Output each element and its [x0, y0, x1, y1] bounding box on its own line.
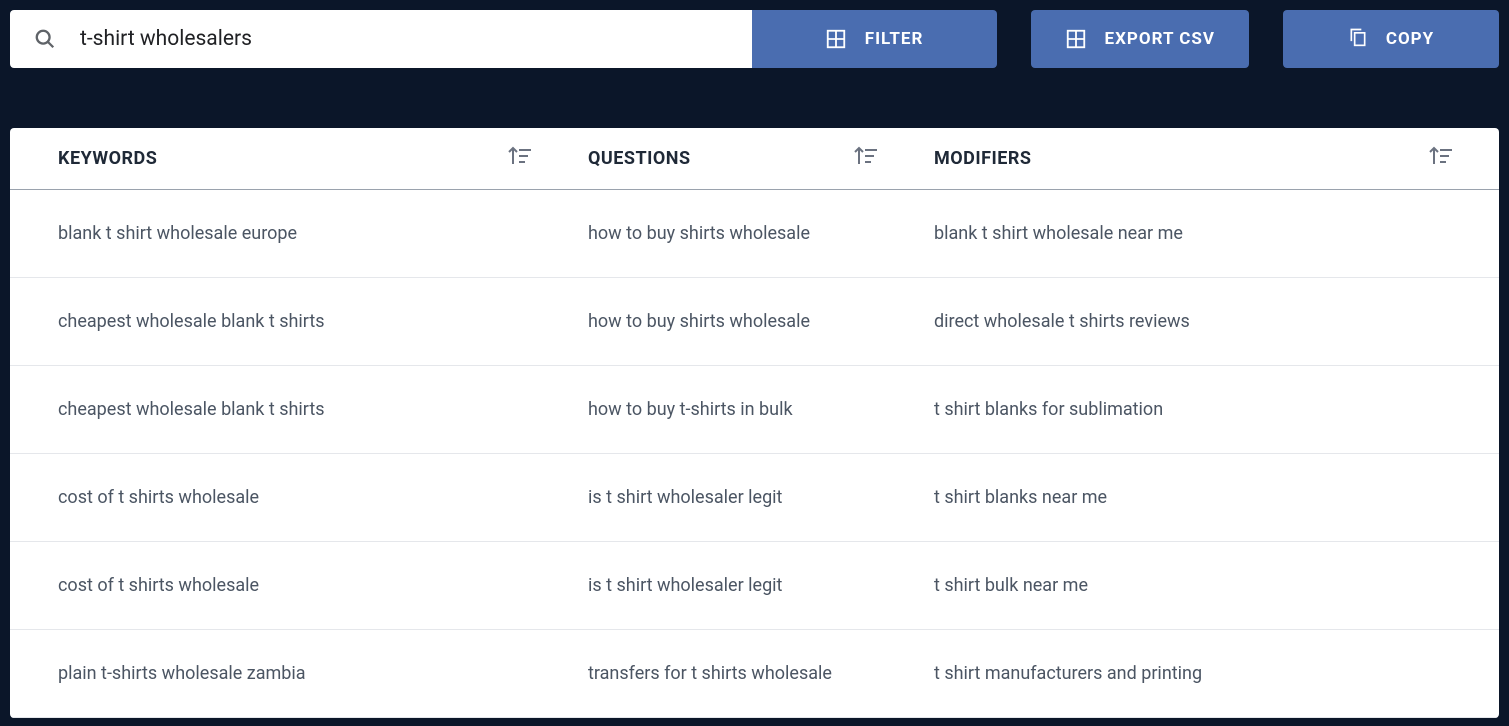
search-filter-group: FILTER: [10, 10, 997, 68]
export-csv-button[interactable]: EXPORT CSV: [1031, 10, 1249, 68]
question-cell[interactable]: how to buy shirts wholesale: [578, 190, 924, 278]
column-label: MODIFIERS: [934, 148, 1032, 169]
column-header-modifiers: MODIFIERS: [924, 128, 1499, 190]
modifier-cell[interactable]: blank t shirt wholesale near me: [924, 190, 1499, 278]
results-grid: KEYWORDS QUESTIONS: [10, 128, 1499, 718]
column-header-questions: QUESTIONS: [578, 128, 924, 190]
question-cell[interactable]: how to buy shirts wholesale: [578, 278, 924, 366]
results-panel: KEYWORDS QUESTIONS: [10, 128, 1499, 718]
modifier-cell[interactable]: direct wholesale t shirts reviews: [924, 278, 1499, 366]
keyword-cell[interactable]: blank t shirt wholesale europe: [10, 190, 578, 278]
keyword-cell[interactable]: cost of t shirts wholesale: [10, 542, 578, 630]
question-cell[interactable]: is t shirt wholesaler legit: [578, 542, 924, 630]
question-cell[interactable]: transfers for t shirts wholesale: [578, 630, 924, 718]
copy-button[interactable]: COPY: [1283, 10, 1499, 68]
keyword-cell[interactable]: cheapest wholesale blank t shirts: [10, 278, 578, 366]
modifier-cell[interactable]: t shirt blanks for sublimation: [924, 366, 1499, 454]
copy-label: COPY: [1386, 29, 1434, 49]
search-box: [10, 10, 752, 68]
keyword-cell[interactable]: cost of t shirts wholesale: [10, 454, 578, 542]
column-label: KEYWORDS: [58, 148, 157, 169]
filter-label: FILTER: [865, 29, 924, 49]
keyword-cell[interactable]: cheapest wholesale blank t shirts: [10, 366, 578, 454]
search-input[interactable]: [80, 27, 728, 51]
modifier-cell[interactable]: t shirt manufacturers and printing: [924, 630, 1499, 718]
column-header-keywords: KEYWORDS: [10, 128, 578, 190]
modifier-cell[interactable]: t shirt bulk near me: [924, 542, 1499, 630]
filter-button[interactable]: FILTER: [752, 10, 997, 68]
grid-icon: [1065, 28, 1087, 50]
sort-icon[interactable]: [508, 146, 532, 171]
search-icon: [34, 28, 56, 50]
sort-icon[interactable]: [854, 146, 878, 171]
grid-icon: [825, 28, 847, 50]
modifier-cell[interactable]: t shirt blanks near me: [924, 454, 1499, 542]
keyword-cell[interactable]: plain t-shirts wholesale zambia: [10, 630, 578, 718]
question-cell[interactable]: is t shirt wholesaler legit: [578, 454, 924, 542]
column-label: QUESTIONS: [588, 148, 691, 169]
export-label: EXPORT CSV: [1105, 29, 1215, 49]
toolbar: FILTER EXPORT CSV COPY: [0, 0, 1509, 78]
sort-icon[interactable]: [1429, 146, 1453, 171]
question-cell[interactable]: how to buy t-shirts in bulk: [578, 366, 924, 454]
copy-icon: [1348, 25, 1368, 54]
